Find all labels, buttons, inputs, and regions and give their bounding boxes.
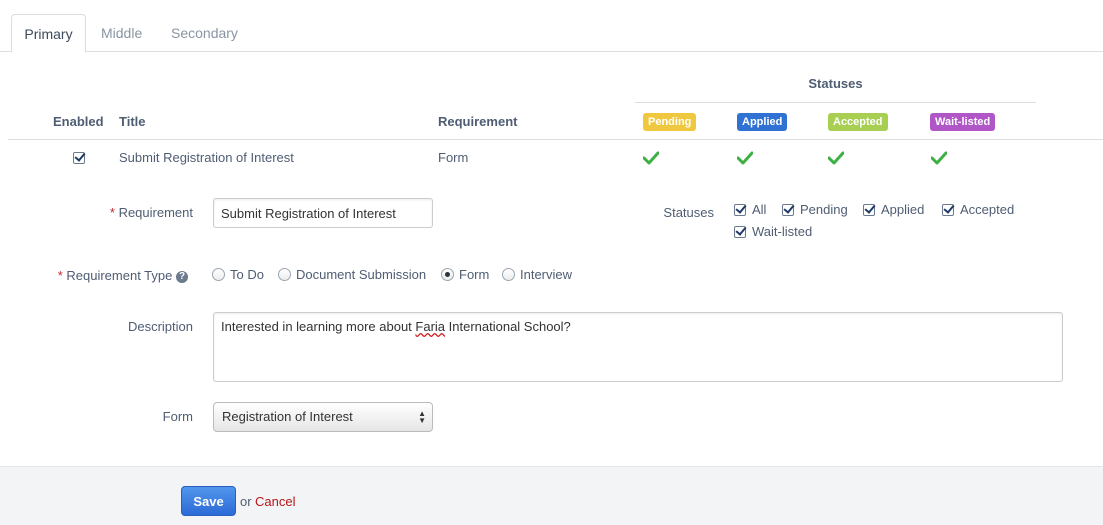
column-header-requirement: Requirement xyxy=(438,114,518,129)
radio-label: Document Submission xyxy=(296,267,427,282)
table-header-divider xyxy=(8,139,1103,140)
form-footer xyxy=(0,466,1103,525)
column-header-enabled: Enabled xyxy=(53,114,104,129)
or-text: or xyxy=(240,494,252,509)
status-checkbox[interactable] xyxy=(863,203,875,216)
radio-button[interactable] xyxy=(502,268,515,282)
status-badge-wait-listed: Wait-listed xyxy=(930,113,996,131)
form-label: Form xyxy=(162,409,193,424)
status-checkbox[interactable] xyxy=(942,203,954,216)
status-badge-pending: Pending xyxy=(643,113,697,131)
requirement-label: * Requirement xyxy=(100,205,193,220)
description-text: International School? xyxy=(445,319,571,334)
status-option-label: Accepted xyxy=(960,202,1015,217)
status-option-label: Applied xyxy=(881,202,925,217)
tab-primary[interactable]: Primary xyxy=(11,14,86,53)
cancel-link[interactable]: Cancel xyxy=(255,494,295,509)
requirement-type-label: * Requirement Type ? xyxy=(40,268,188,283)
description-textarea[interactable]: Interested in learning more about Faria … xyxy=(213,312,1063,382)
statuses-label: Statuses xyxy=(663,205,714,220)
status-option-label: Pending xyxy=(800,202,848,217)
status-option-label: All xyxy=(752,202,767,217)
updown-arrows-icon: ▲ ▼ xyxy=(418,409,426,425)
radio-label: To Do xyxy=(230,267,264,282)
description-text: Interested in learning more about xyxy=(221,319,416,334)
status-checkbox[interactable] xyxy=(734,203,746,216)
radio-label: Form xyxy=(459,267,490,282)
radio-button[interactable] xyxy=(278,268,291,282)
misspelled-word: Faria xyxy=(415,319,446,334)
enabled-checkbox[interactable] xyxy=(73,152,85,164)
description-label: Description xyxy=(127,319,193,334)
statuses-divider xyxy=(635,102,1036,103)
help-icon[interactable]: ? xyxy=(176,270,188,283)
check-icon xyxy=(931,151,947,165)
status-badge-accepted: Accepted xyxy=(828,113,888,131)
requirement-label-text: Requirement xyxy=(118,205,193,220)
column-header-title: Title xyxy=(119,114,146,129)
requirement-type-interview[interactable]: Interview xyxy=(502,267,572,282)
tab-middle[interactable]: Middle xyxy=(89,14,154,53)
row-requirement: Form xyxy=(438,150,469,165)
status-badge-applied: Applied xyxy=(737,113,788,131)
check-icon xyxy=(737,151,753,165)
check-icon xyxy=(828,151,844,165)
requirement-type-label-text: Requirement Type xyxy=(66,268,173,283)
status-option-wait-listed[interactable]: Wait-listed xyxy=(734,224,812,239)
radio-button[interactable] xyxy=(441,268,454,282)
status-checkbox[interactable] xyxy=(734,225,746,238)
required-marker: * xyxy=(57,268,63,283)
form-select-value: Registration of Interest xyxy=(222,409,353,424)
form-select[interactable]: Registration of Interest ▲ ▼ xyxy=(213,402,433,432)
status-option-accepted[interactable]: Accepted xyxy=(942,202,1014,217)
row-title[interactable]: Submit Registration of Interest xyxy=(119,150,294,165)
status-option-all[interactable]: All xyxy=(734,202,766,217)
required-marker: * xyxy=(109,205,115,220)
save-button[interactable]: Save xyxy=(181,486,236,516)
radio-label: Interview xyxy=(520,267,573,282)
requirement-type-form[interactable]: Form xyxy=(441,267,489,282)
status-option-label: Wait-listed xyxy=(752,224,813,239)
tab-bar: Primary Middle Secondary xyxy=(0,0,1103,53)
check-icon xyxy=(643,151,659,165)
status-option-applied[interactable]: Applied xyxy=(863,202,924,217)
requirement-type-document-submission[interactable]: Document Submission xyxy=(278,267,426,282)
radio-button[interactable] xyxy=(212,268,225,282)
statuses-header: Statuses xyxy=(808,76,863,91)
requirement-type-todo[interactable]: To Do xyxy=(212,267,264,282)
requirement-input[interactable] xyxy=(213,198,433,228)
status-option-pending[interactable]: Pending xyxy=(782,202,848,217)
tab-secondary[interactable]: Secondary xyxy=(159,14,250,53)
status-checkbox[interactable] xyxy=(782,203,794,216)
